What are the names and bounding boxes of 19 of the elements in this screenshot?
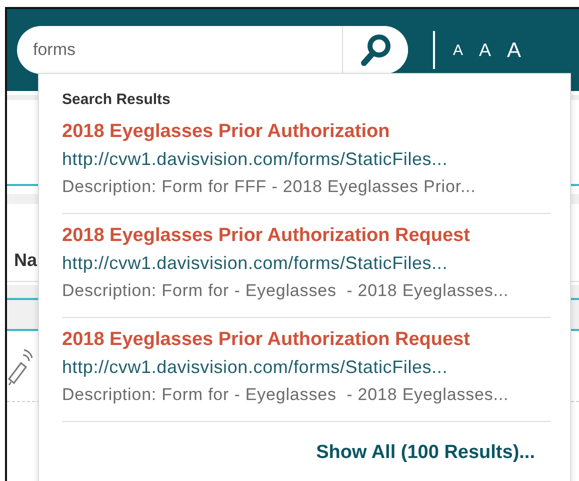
result-url: http://cvw1.davisvision.com/forms/StaticFiles...: [62, 357, 448, 377]
result-description: Description: Form for FFF - 2018 Eyeglasses Prior...: [62, 177, 476, 196]
column-heading: Na: [14, 250, 38, 270]
result-url: http://cvw1.davisvision.com/forms/StaticFiles...: [62, 149, 448, 169]
search-field[interactable]: forms: [17, 26, 342, 74]
font-size-button[interactable]: A: [471, 41, 500, 59]
result-description: Description: Form for - Eyeglasses - 2018 Eyeglasses...: [62, 385, 509, 404]
search-bar[interactable]: forms: [17, 26, 408, 74]
results-title: Search Results: [62, 90, 172, 110]
result-title-link[interactable]: 2018 Eyeglasses Prior Authorization Request: [62, 329, 470, 350]
search-button[interactable]: [342, 26, 408, 74]
font-size-button[interactable]: A: [445, 42, 472, 58]
result-description: Description: Form for - Eyeglasses - 2018 Eyeglasses...: [62, 281, 509, 300]
search-icon: [360, 33, 392, 67]
result-title-link[interactable]: 2018 Eyeglasses Prior Authorization: [62, 121, 390, 142]
result-title-link[interactable]: 2018 Eyeglasses Prior Authorization Request: [62, 225, 470, 246]
font-size-button[interactable]: A: [499, 40, 530, 60]
show-all-link[interactable]: Show All (100 Results)...: [316, 442, 535, 464]
result-url: http://cvw1.davisvision.com/forms/StaticFiles...: [62, 253, 448, 273]
